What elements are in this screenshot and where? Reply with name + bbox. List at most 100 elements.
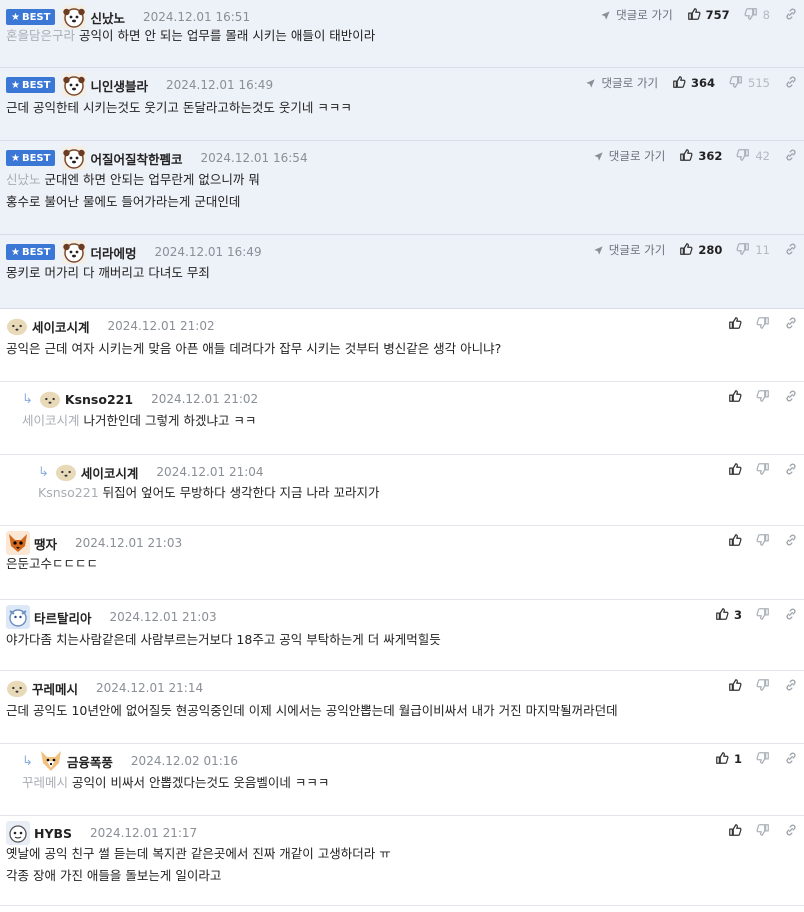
comment-line: 혼을담은구라 공익이 하면 안 되는 업무를 몰래 시키는 애들이 태반이라: [6, 25, 794, 47]
comment-body: 공익은 근데 여자 시키는게 맞음 아픈 애들 데려다가 잡무 시키는 것부터 …: [6, 338, 794, 360]
comment-text: 은둔고수ㄷㄷㄷㄷ: [6, 556, 99, 571]
downvote-count: 11: [755, 243, 770, 257]
avatar[interactable]: [6, 821, 30, 845]
best-badge: ★ BEST: [6, 150, 56, 166]
downvote-button[interactable]: [756, 607, 770, 624]
upvote-button[interactable]: 757: [687, 7, 730, 24]
avatar[interactable]: [55, 462, 77, 482]
avatar[interactable]: [39, 389, 61, 409]
comment-line: 꾸레메시 공익이 비싸서 안뽑겠다는것도 웃음벨이네 ㅋㅋㅋ: [22, 772, 794, 794]
thumbs-up-icon: [687, 7, 701, 24]
avatar[interactable]: [6, 316, 28, 336]
author-name[interactable]: 타르탈리아: [34, 608, 92, 627]
author-name[interactable]: 세이코시계: [81, 463, 139, 482]
downvote-button[interactable]: [756, 389, 770, 406]
timestamp: 2024.12.01 21:17: [90, 826, 198, 840]
share-link-button[interactable]: [784, 7, 798, 24]
comment: 타르탈리아 2024.12.01 21:03 3 야가다좀 치는사람같은데 사람부르는…: [0, 600, 804, 671]
downvote-button[interactable]: 515: [729, 75, 770, 92]
comment-text: 근데 공익한테 시키는것도 웃기고 돈달라고하는것도 웃기네 ㅋㅋㅋ: [6, 100, 352, 115]
downvote-button[interactable]: 8: [744, 7, 770, 24]
share-link-button[interactable]: [784, 607, 798, 624]
goto-comment-link[interactable]: 댓글로 가기: [600, 7, 673, 23]
timestamp: 2024.12.01 16:49: [154, 245, 262, 259]
comment-body: 세이코시계 나거한인데 그렇게 하겠냐고 ㅋㅋ: [22, 410, 794, 432]
timestamp: 2024.12.01 21:02: [107, 319, 215, 333]
share-link-button[interactable]: [784, 316, 798, 333]
author-name[interactable]: 어질어질착한펨코: [90, 149, 182, 168]
goto-comment-link[interactable]: 댓글로 가기: [593, 148, 665, 164]
avatar[interactable]: [6, 678, 28, 698]
share-link-button[interactable]: [784, 242, 798, 259]
downvote-button[interactable]: [756, 533, 770, 550]
avatar[interactable]: [62, 240, 87, 264]
downvote-button[interactable]: [756, 316, 770, 333]
author-name[interactable]: 더라에멍: [90, 243, 136, 262]
downvote-button[interactable]: 11: [736, 242, 770, 259]
share-link-button[interactable]: [784, 75, 798, 92]
author-name[interactable]: Ksnso221: [65, 392, 133, 407]
comment-line: 근데 공익한테 시키는것도 웃기고 돈달라고하는것도 웃기네 ㅋㅋㅋ: [6, 97, 794, 119]
mention[interactable]: 신났노: [6, 172, 41, 187]
thumbs-up-icon: [715, 607, 729, 624]
author-name[interactable]: 신났노: [90, 8, 125, 27]
goto-comment-link[interactable]: 댓글로 가기: [593, 242, 665, 258]
comment-header: HYBS 2024.12.01 21:17: [6, 821, 198, 845]
comment-body: 근데 공익도 10년안에 없어질듯 현공익중인데 이제 시에서는 공익안뽑는데 …: [6, 700, 794, 722]
share-link-button[interactable]: [784, 823, 798, 840]
avatar[interactable]: [6, 531, 30, 555]
avatar[interactable]: [62, 146, 87, 170]
upvote-button[interactable]: [728, 462, 742, 479]
upvote-button[interactable]: 1: [715, 751, 742, 768]
author-name[interactable]: 니인생블라: [90, 76, 148, 95]
thumbs-down-icon: [756, 316, 770, 333]
comment-actions: 3: [715, 606, 798, 624]
avatar[interactable]: [62, 73, 87, 97]
avatar[interactable]: [6, 605, 30, 629]
author-name[interactable]: 금융폭풍: [67, 752, 113, 771]
comment-body: 근데 공익한테 시키는것도 웃기고 돈달라고하는것도 웃기네 ㅋㅋㅋ: [6, 97, 794, 119]
author-name[interactable]: 땡자: [34, 534, 57, 553]
thumbs-up-icon: [728, 678, 742, 695]
share-link-button[interactable]: [784, 389, 798, 406]
upvote-button[interactable]: 362: [679, 148, 722, 165]
author-name[interactable]: 세이코시계: [32, 317, 90, 336]
upvote-button[interactable]: 280: [679, 242, 722, 259]
link-icon: [784, 533, 798, 550]
thumbs-down-icon: [756, 462, 770, 479]
upvote-button[interactable]: [728, 533, 742, 550]
avatar[interactable]: [39, 749, 63, 773]
comment-line: 옛날에 공익 친구 썰 듣는데 복지관 같은곳에서 진짜 개같이 고생하더라 ㅠ: [6, 843, 794, 865]
author-name[interactable]: HYBS: [34, 826, 72, 841]
comment-line: 근데 공익도 10년안에 없어질듯 현공익중인데 이제 시에서는 공익안뽑는데 …: [6, 700, 794, 722]
share-link-button[interactable]: [784, 533, 798, 550]
upvote-button[interactable]: [728, 678, 742, 695]
goto-comment-link[interactable]: 댓글로 가기: [585, 75, 658, 91]
comment-text: 몽키로 머가리 다 깨버리고 다녀도 무죄: [6, 265, 210, 280]
reply-arrow-icon: ↳: [22, 753, 33, 769]
upvote-button[interactable]: 3: [715, 607, 742, 624]
share-link-button[interactable]: [784, 462, 798, 479]
star-icon: ★: [11, 11, 20, 23]
upvote-button[interactable]: [728, 823, 742, 840]
share-link-button[interactable]: [784, 148, 798, 165]
downvote-button[interactable]: 42: [736, 148, 770, 165]
downvote-button[interactable]: [756, 823, 770, 840]
author-name[interactable]: 꾸레메시: [32, 679, 78, 698]
downvote-button[interactable]: [756, 678, 770, 695]
upvote-button[interactable]: [728, 316, 742, 333]
downvote-button[interactable]: [756, 751, 770, 768]
comment-header: ↳ 세이코시계 2024.12.01 21:04: [38, 461, 264, 483]
mention[interactable]: 혼을담은구라: [6, 28, 75, 43]
mention[interactable]: 꾸레메시: [22, 775, 68, 790]
downvote-button[interactable]: [756, 462, 770, 479]
share-link-button[interactable]: [784, 678, 798, 695]
upvote-button[interactable]: [728, 389, 742, 406]
share-link-button[interactable]: [784, 751, 798, 768]
mention[interactable]: 세이코시계: [22, 413, 80, 428]
upvote-button[interactable]: 364: [672, 75, 715, 92]
upvote-count: 364: [691, 76, 716, 90]
comment-body: 옛날에 공익 친구 썰 듣는데 복지관 같은곳에서 진짜 개같이 고생하더라 ㅠ…: [6, 843, 794, 887]
mention[interactable]: Ksnso221: [38, 485, 99, 500]
comment-header: 꾸레메시 2024.12.01 21:14: [6, 677, 203, 699]
